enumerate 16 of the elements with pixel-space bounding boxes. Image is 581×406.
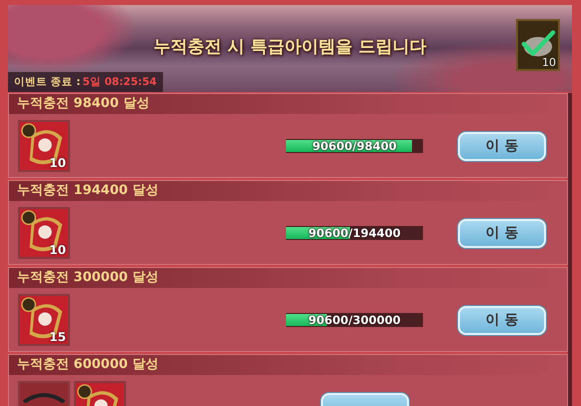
banner-title: 누적충전 시 특급아이템을 드립니다 xyxy=(152,36,428,58)
item-slot[interactable]: 10 xyxy=(18,207,70,259)
move-button[interactable]: 이 동 xyxy=(458,132,546,160)
item-count: 10 xyxy=(49,156,66,170)
move-button[interactable]: 이 동 xyxy=(458,306,546,334)
item-count: 15 xyxy=(49,330,66,344)
event-end-time: 5일 08:25:54 xyxy=(82,75,157,89)
progress-reading: 90600/98400 xyxy=(311,139,398,153)
reward-slot[interactable]: 10 xyxy=(516,19,560,71)
event-end-label: 이벤트 종료 : xyxy=(14,75,81,89)
stone-check-icon xyxy=(520,29,556,59)
move-button[interactable]: 이 동 xyxy=(458,218,546,248)
item-slot[interactable]: 15 xyxy=(18,294,70,346)
item-count: 10 xyxy=(542,56,556,69)
item-count: 10 xyxy=(49,243,66,257)
item-slot[interactable]: 10 xyxy=(18,120,70,172)
